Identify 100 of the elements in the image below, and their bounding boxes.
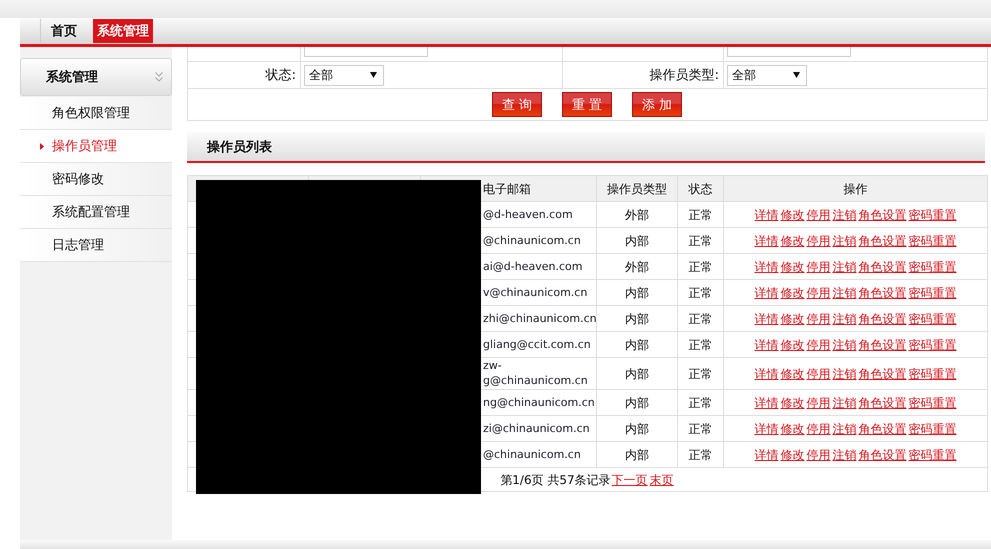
dropdown[interactable]: 全部 bbox=[304, 64, 384, 86]
table-cell: 内部 bbox=[596, 228, 678, 254]
action-link[interactable]: 注销 bbox=[832, 260, 856, 274]
action-link[interactable]: 注销 bbox=[832, 396, 856, 410]
email-text: zi@chinaunicom.cn bbox=[483, 420, 590, 436]
dropdown[interactable]: 全部 bbox=[727, 64, 807, 86]
action-link[interactable]: 密码重置 bbox=[908, 286, 956, 300]
table-cell: 正常 bbox=[678, 280, 724, 306]
action-link[interactable]: 停用 bbox=[806, 422, 830, 436]
action-link[interactable]: 注销 bbox=[832, 208, 856, 222]
action-link[interactable]: 详情 bbox=[754, 366, 778, 380]
action-link[interactable]: 角色设置 bbox=[858, 312, 906, 326]
sidebar-item[interactable]: 操作员管理 bbox=[20, 130, 172, 163]
email-text: @d-heaven.com bbox=[483, 206, 573, 222]
action-link[interactable]: 停用 bbox=[806, 338, 830, 352]
action-link[interactable]: 密码重置 bbox=[908, 338, 956, 352]
action-link[interactable]: 修改 bbox=[780, 312, 804, 326]
table-cell: 正常 bbox=[678, 306, 724, 332]
action-link[interactable]: 注销 bbox=[832, 448, 856, 462]
action-link[interactable]: 停用 bbox=[806, 312, 830, 326]
action-link[interactable]: 角色设置 bbox=[858, 366, 906, 380]
action-link[interactable]: 角色设置 bbox=[858, 338, 906, 352]
chevron-double-down-icon[interactable] bbox=[155, 72, 163, 82]
action-link[interactable]: 密码重置 bbox=[908, 396, 956, 410]
action-link[interactable]: 修改 bbox=[780, 338, 804, 352]
action-link[interactable]: 注销 bbox=[832, 234, 856, 248]
action-link[interactable]: 注销 bbox=[832, 422, 856, 436]
action-link[interactable]: 修改 bbox=[780, 396, 804, 410]
action-button[interactable]: 重 置 bbox=[562, 92, 612, 117]
action-link[interactable]: 注销 bbox=[832, 286, 856, 300]
sidebar-header[interactable]: 系统管理 bbox=[20, 58, 172, 96]
action-link[interactable]: 密码重置 bbox=[908, 448, 956, 462]
action-link[interactable]: 详情 bbox=[754, 448, 778, 462]
sidebar-item[interactable]: 角色权限管理 bbox=[20, 97, 172, 130]
action-link[interactable]: 注销 bbox=[832, 338, 856, 352]
action-link[interactable]: 停用 bbox=[806, 448, 830, 462]
action-link[interactable]: 详情 bbox=[754, 234, 778, 248]
table-cell: 正常 bbox=[678, 332, 724, 358]
action-link[interactable]: 详情 bbox=[754, 312, 778, 326]
email-text: @chinaunicom.cn bbox=[483, 446, 581, 462]
action-button[interactable]: 查 询 bbox=[492, 92, 542, 117]
action-link[interactable]: 角色设置 bbox=[858, 448, 906, 462]
action-link[interactable]: 详情 bbox=[754, 338, 778, 352]
action-link[interactable]: 角色设置 bbox=[858, 234, 906, 248]
action-link[interactable]: 停用 bbox=[806, 234, 830, 248]
action-link[interactable]: 修改 bbox=[780, 422, 804, 436]
action-link[interactable]: 注销 bbox=[832, 312, 856, 326]
action-link[interactable]: 密码重置 bbox=[908, 366, 956, 380]
action-link[interactable]: 修改 bbox=[780, 448, 804, 462]
action-link[interactable]: 详情 bbox=[754, 208, 778, 222]
table-cell: 外部 bbox=[596, 202, 678, 228]
table-cell: 正常 bbox=[678, 254, 724, 280]
action-link[interactable]: 停用 bbox=[806, 366, 830, 380]
table-cell: 内部 bbox=[596, 280, 678, 306]
page-summary: 第1/6页 共57条记录 bbox=[500, 472, 611, 486]
action-link[interactable]: 修改 bbox=[780, 366, 804, 380]
action-link[interactable]: 修改 bbox=[780, 286, 804, 300]
nav-tab[interactable]: 首页 bbox=[40, 19, 87, 43]
action-link[interactable]: 详情 bbox=[754, 396, 778, 410]
action-link[interactable]: 详情 bbox=[754, 422, 778, 436]
action-link[interactable]: 详情 bbox=[754, 260, 778, 274]
action-link[interactable]: 停用 bbox=[806, 260, 830, 274]
action-link[interactable]: 角色设置 bbox=[858, 422, 906, 436]
action-link[interactable]: 修改 bbox=[780, 260, 804, 274]
action-link[interactable]: 密码重置 bbox=[908, 260, 956, 274]
action-link[interactable]: 密码重置 bbox=[908, 422, 956, 436]
action-link[interactable]: 停用 bbox=[806, 286, 830, 300]
table-cell: 外部 bbox=[596, 254, 678, 280]
sidebar-item[interactable]: 系统配置管理 bbox=[20, 196, 172, 229]
action-link[interactable]: 停用 bbox=[806, 396, 830, 410]
action-link[interactable]: 密码重置 bbox=[908, 208, 956, 222]
pagination-link[interactable]: 下一页 bbox=[612, 472, 648, 486]
email-text: zhi@chinaunicom.cn bbox=[483, 310, 597, 326]
table-cell: 内部 bbox=[596, 442, 678, 468]
sidebar-item[interactable]: 日志管理 bbox=[20, 229, 172, 262]
email-text: zw- g@chinaunicom.cn bbox=[483, 358, 588, 388]
table-cell: 正常 bbox=[678, 390, 724, 416]
sidebar-title: 系统管理 bbox=[46, 68, 98, 86]
pagination-link[interactable]: 末页 bbox=[650, 472, 674, 486]
action-link[interactable]: 详情 bbox=[754, 286, 778, 300]
table-cell: 内部 bbox=[596, 416, 678, 442]
action-link[interactable]: 角色设置 bbox=[858, 396, 906, 410]
email-text: @chinaunicom.cn bbox=[483, 232, 581, 248]
field-label: 操作员类型: bbox=[650, 68, 719, 83]
action-link[interactable]: 密码重置 bbox=[908, 312, 956, 326]
sidebar-item[interactable]: 密码修改 bbox=[20, 163, 172, 196]
action-link[interactable]: 注销 bbox=[832, 366, 856, 380]
action-link[interactable]: 角色设置 bbox=[858, 208, 906, 222]
action-link[interactable]: 修改 bbox=[780, 208, 804, 222]
action-link[interactable]: 停用 bbox=[806, 208, 830, 222]
column-header: 状态 bbox=[678, 176, 724, 202]
triangle-right-icon bbox=[40, 142, 44, 150]
table-cell: 内部 bbox=[596, 358, 678, 390]
action-link[interactable]: 角色设置 bbox=[858, 286, 906, 300]
nav-tab[interactable]: 系统管理 bbox=[93, 19, 153, 43]
table-cell: 正常 bbox=[678, 202, 724, 228]
action-button[interactable]: 添 加 bbox=[632, 92, 682, 117]
action-link[interactable]: 角色设置 bbox=[858, 260, 906, 274]
action-link[interactable]: 修改 bbox=[780, 234, 804, 248]
action-link[interactable]: 密码重置 bbox=[908, 234, 956, 248]
